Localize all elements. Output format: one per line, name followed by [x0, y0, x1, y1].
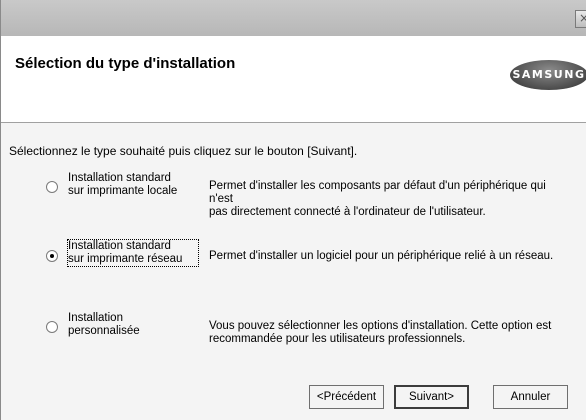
radio-custom[interactable] [46, 321, 58, 333]
samsung-logo: SAMSUNG [510, 60, 586, 90]
option-description-local: Permet d'installer les composants par dé… [209, 180, 546, 218]
close-icon: × [578, 11, 586, 25]
installer-window: × Sélection du type d'installation SAMSU… [0, 0, 586, 420]
title-bar[interactable]: × [1, 0, 586, 37]
page-title: Sélection du type d'installation [15, 55, 236, 72]
option-description-custom: Vous pouvez sélectionner les options d'i… [209, 320, 552, 345]
radio-network-printer[interactable] [46, 250, 58, 262]
instruction-text: Sélectionnez le type souhaité puis cliqu… [9, 144, 358, 158]
wizard-header: Sélection du type d'installation SAMSUNG [1, 36, 586, 123]
option-label-local[interactable]: Installation standard sur imprimante loc… [68, 172, 198, 198]
cancel-button[interactable]: Annuler [493, 385, 568, 409]
option-label-network[interactable]: Installation standard sur imprimante rés… [67, 239, 199, 267]
option-description-network: Permet d'installer un logiciel pour un p… [209, 250, 554, 262]
previous-button-label: <Précédent [316, 391, 377, 403]
wizard-footer: <Précédent Suivant> Annuler [1, 373, 586, 420]
radio-local-printer[interactable] [46, 181, 58, 193]
cancel-button-label: Annuler [510, 391, 551, 403]
next-button-label: Suivant> [408, 391, 455, 403]
previous-button[interactable]: <Précédent [309, 385, 384, 409]
option-label-custom[interactable]: Installation personnalisée [68, 312, 198, 338]
close-button[interactable]: × [575, 10, 586, 28]
next-button[interactable]: Suivant> [394, 385, 469, 409]
